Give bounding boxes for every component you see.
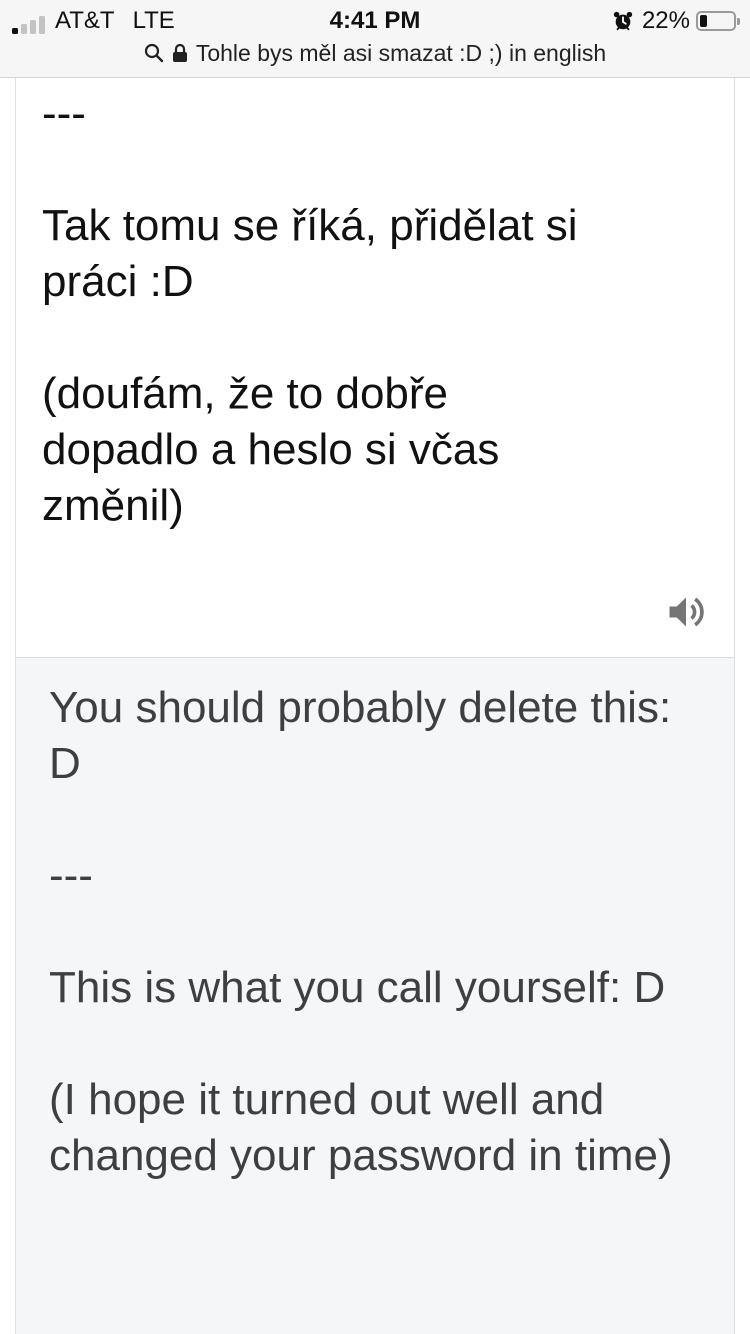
- speaker-icon[interactable]: [664, 590, 708, 634]
- alarm-icon: [613, 11, 633, 31]
- lock-icon: [172, 43, 187, 62]
- search-query: Tohle bys měl asi smazat :D ;) in englis…: [195, 39, 607, 66]
- address-bar[interactable]: Tohle bys měl asi smazat :D ;) in englis…: [0, 38, 750, 68]
- battery-icon: [696, 11, 740, 31]
- status-bar: AT&T LTE 4:41 PM 22% Tohle bys měl asi s…: [0, 0, 750, 78]
- battery-area: 22%: [612, 7, 740, 34]
- battery-percent: 22%: [641, 7, 690, 34]
- translation-result-card: You should probably delete this: D --- T…: [15, 658, 735, 1334]
- source-text: --- Tak tomu se říká, přidělat si práci …: [42, 89, 578, 530]
- translated-text: You should probably delete this: D --- T…: [49, 683, 673, 1180]
- search-icon: [144, 43, 164, 63]
- source-text-card: --- Tak tomu se říká, přidělat si práci …: [15, 78, 735, 658]
